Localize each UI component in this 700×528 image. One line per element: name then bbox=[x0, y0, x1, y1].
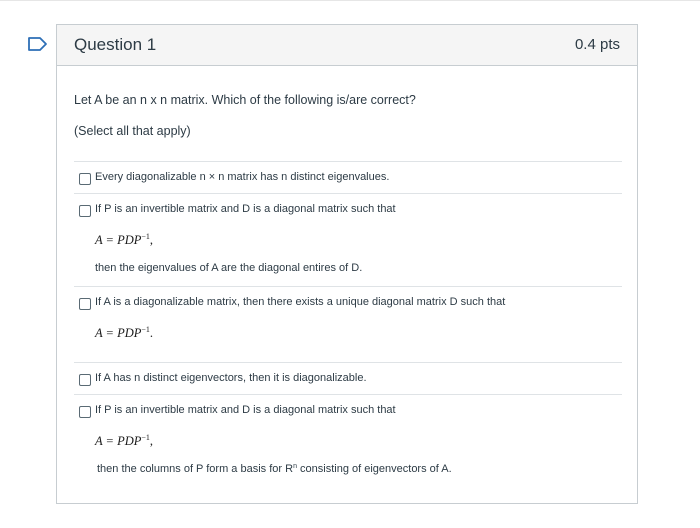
question-points: 0.4 pts bbox=[574, 36, 620, 53]
question-hint: (Select all that apply) bbox=[74, 124, 191, 138]
answer-option-1[interactable]: Every diagonalizable n × n matrix has n … bbox=[74, 161, 622, 193]
question-title: Question 1 bbox=[74, 35, 157, 54]
question-header: Question 1 0.4 pts bbox=[57, 25, 637, 66]
answer-option-4[interactable]: If A has n distinct eigenvectors, then i… bbox=[74, 362, 622, 394]
answer-label-3: If A is a diagonalizable matrix, then th… bbox=[95, 296, 506, 308]
answer-label-5: If P is an invertible matrix and D is a … bbox=[95, 404, 396, 416]
answer-list: Every diagonalizable n × n matrix has n … bbox=[74, 161, 622, 484]
answer-checkbox-5[interactable] bbox=[79, 406, 91, 418]
answer-option-5[interactable]: If P is an invertible matrix and D is a … bbox=[74, 394, 622, 484]
answer-equation-3: A = PDP−1. bbox=[95, 325, 154, 340]
answer-checkbox-3[interactable] bbox=[79, 298, 91, 310]
question-prompt: Let A be an n x n matrix. Which of the f… bbox=[74, 93, 416, 107]
top-divider bbox=[0, 0, 700, 1]
answer-checkbox-1[interactable] bbox=[79, 173, 91, 185]
answer-label-4: If A has n distinct eigenvectors, then i… bbox=[95, 372, 367, 384]
answer-followup-2: then the eigenvalues of A are the diagon… bbox=[95, 262, 363, 274]
answer-label-1: Every diagonalizable n × n matrix has n … bbox=[95, 171, 390, 183]
answer-option-3[interactable]: If A is a diagonalizable matrix, then th… bbox=[74, 286, 622, 362]
answer-equation-2: A = PDP−1, bbox=[95, 232, 154, 247]
answer-equation-5: A = PDP−1, bbox=[95, 433, 154, 448]
answer-checkbox-4[interactable] bbox=[79, 374, 91, 386]
question-card: Question 1 0.4 pts Let A be an n x n mat… bbox=[56, 24, 638, 504]
answer-checkbox-2[interactable] bbox=[79, 205, 91, 217]
answer-followup-5: then the columns of P form a basis for R… bbox=[97, 463, 452, 475]
answer-option-2[interactable]: If P is an invertible matrix and D is a … bbox=[74, 193, 622, 286]
flag-question-icon[interactable] bbox=[28, 37, 48, 51]
answer-label-2: If P is an invertible matrix and D is a … bbox=[95, 203, 396, 215]
